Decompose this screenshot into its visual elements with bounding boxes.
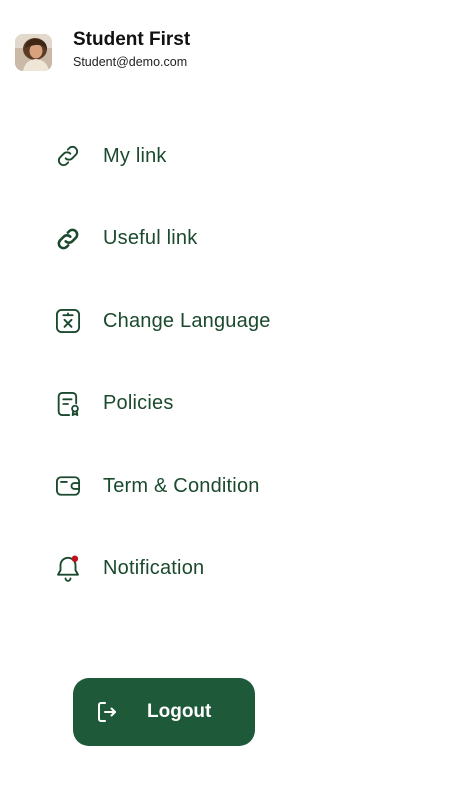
menu-label: Notification <box>103 557 205 579</box>
navigation-drawer: Student First Student@demo.com My link U… <box>0 0 450 800</box>
menu-label: Term & Condition <box>103 474 260 497</box>
menu-label: Policies <box>103 392 174 414</box>
menu-item-policies[interactable]: Policies <box>0 374 450 434</box>
wallet-card-icon <box>53 471 83 501</box>
menu-list: My link Useful link Change Language Poli… <box>0 126 450 621</box>
policy-document-icon <box>53 389 83 419</box>
avatar-photo <box>15 34 52 71</box>
link-icon <box>53 224 83 254</box>
menu-item-useful-link[interactable]: Useful link <box>0 209 450 269</box>
profile-email: Student@demo.com <box>73 55 188 69</box>
menu-item-change-language[interactable]: Change Language <box>0 291 450 351</box>
notification-dot <box>71 555 79 562</box>
logout-button[interactable]: Logout <box>73 678 255 746</box>
menu-item-notification[interactable]: Notification <box>0 539 450 599</box>
menu-item-my-link[interactable]: My link <box>0 126 450 186</box>
menu-label: My link <box>103 144 167 167</box>
avatar[interactable] <box>15 34 52 71</box>
translate-icon <box>53 306 83 336</box>
logout-icon <box>95 700 119 724</box>
profile-name: Student First <box>73 29 191 50</box>
logout-label: Logout <box>147 701 212 722</box>
menu-item-term-condition[interactable]: Term & Condition <box>0 456 450 516</box>
menu-label: Change Language <box>103 309 271 332</box>
bell-icon <box>53 554 83 584</box>
link-icon <box>53 141 83 171</box>
profile-header[interactable]: Student First Student@demo.com <box>15 29 190 71</box>
profile-info: Student First Student@demo.com <box>73 28 190 71</box>
menu-label: Useful link <box>103 227 198 249</box>
